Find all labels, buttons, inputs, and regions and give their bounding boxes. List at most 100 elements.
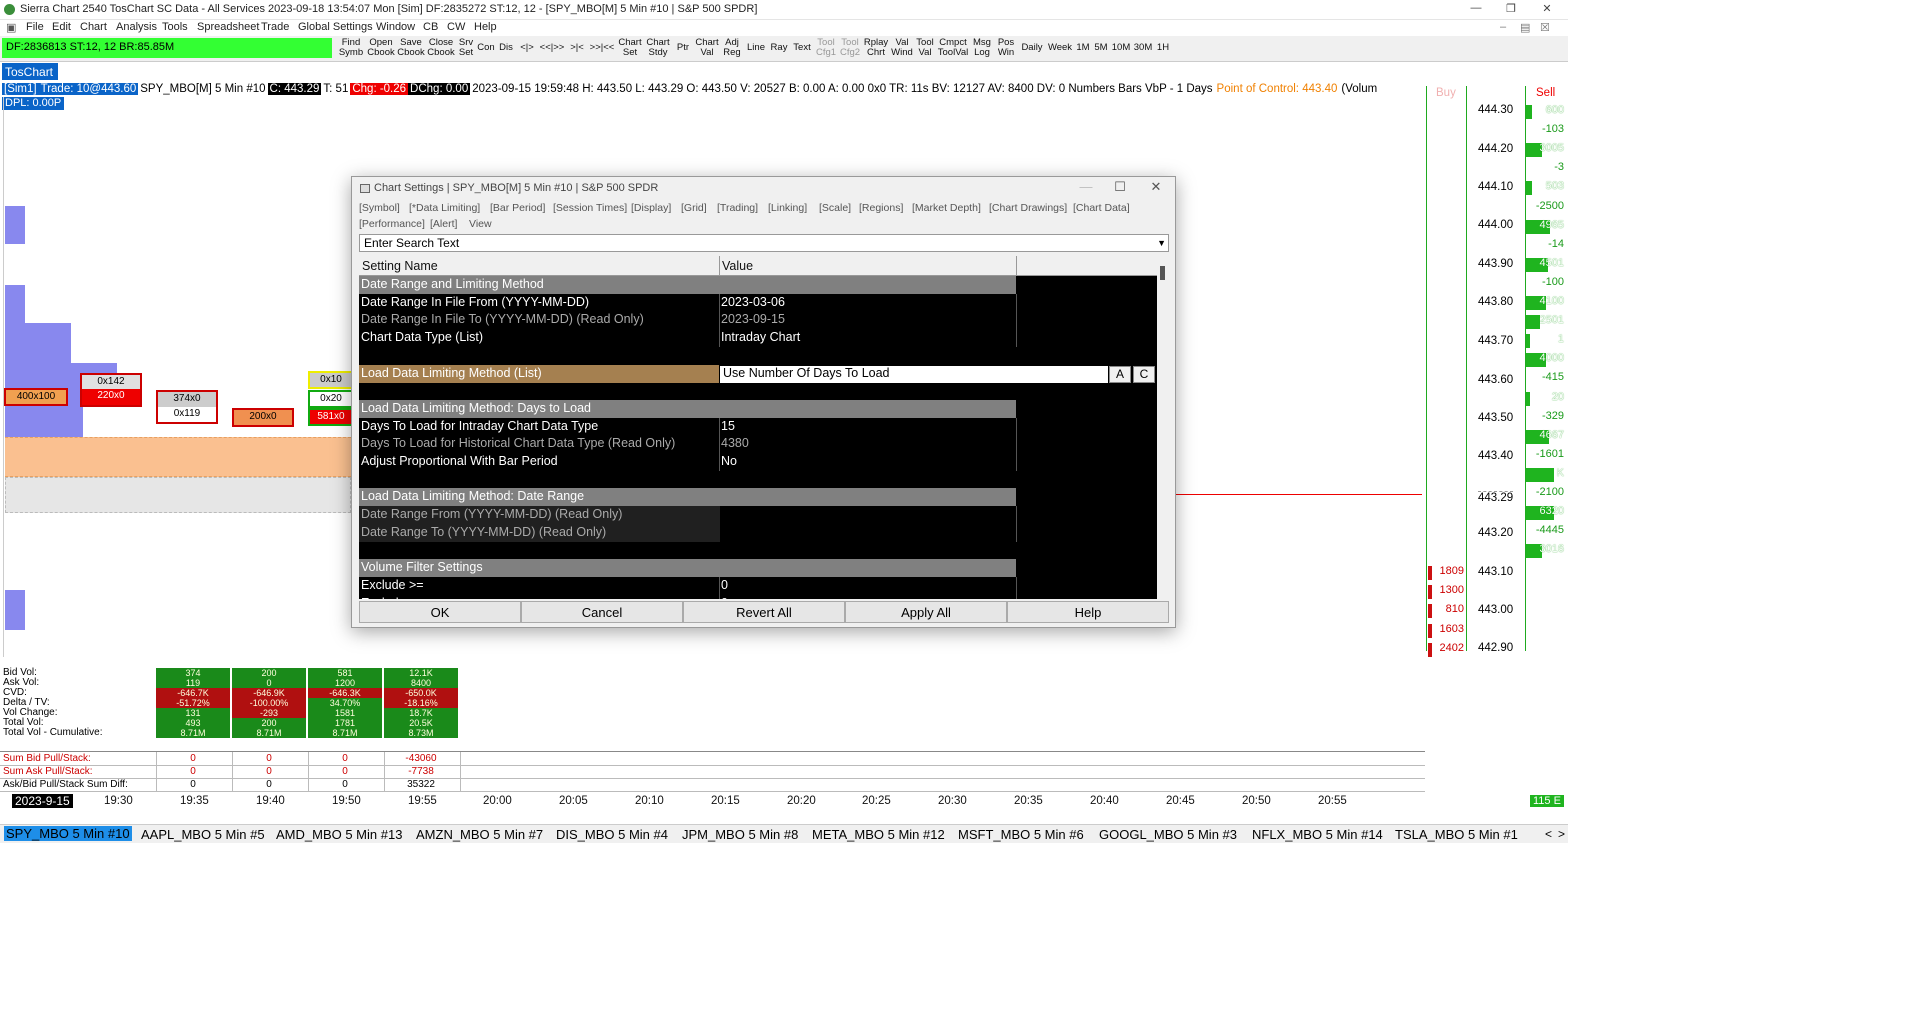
toolbar-button[interactable]: 5M <box>1093 43 1109 65</box>
toolbar-button[interactable]: >>|<< <box>589 43 615 65</box>
dialog-tab[interactable]: [Display] <box>631 202 671 214</box>
menu-spreadsheet[interactable]: Spreadsheet <box>197 21 259 33</box>
menu-chart[interactable]: Chart <box>80 21 107 33</box>
search-dropdown-icon[interactable]: ▼ <box>1157 238 1166 248</box>
chart-tab-amzn[interactable]: AMZN_MBO 5 Min #7 <box>416 827 543 842</box>
toolbar-button[interactable]: <<|>> <box>539 43 565 65</box>
apply-all-button[interactable]: Apply All <box>845 601 1007 623</box>
toolbar-button[interactable]: Tool Cfg2 <box>839 38 861 60</box>
menu-tools[interactable]: Tools <box>162 21 188 33</box>
minimize-icon[interactable]: — <box>1461 2 1491 18</box>
dialog-tab[interactable]: [Scale] <box>819 202 851 214</box>
a-button[interactable]: A <box>1109 365 1131 383</box>
chart-tab-meta[interactable]: META_MBO 5 Min #12 <box>812 827 945 842</box>
settings-row[interactable]: Days To Load for Intraday Chart Data Typ… <box>359 417 1157 436</box>
settings-row[interactable]: Days To Load for Historical Chart Data T… <box>359 435 1157 454</box>
c-button[interactable]: C <box>1133 365 1155 383</box>
toolbar-button[interactable]: 10M <box>1111 43 1131 65</box>
dialog-tab[interactable]: [Bar Period] <box>490 202 545 214</box>
toolbar-button[interactable]: Open Cbook <box>367 38 395 60</box>
menu-edit[interactable]: Edit <box>52 21 71 33</box>
toolbar-button[interactable]: Cmpct ToolVal <box>937 38 969 60</box>
child-minimize-icon[interactable]: – <box>1500 21 1506 33</box>
chart-tab-googl[interactable]: GOOGL_MBO 5 Min #3 <box>1099 827 1237 842</box>
dialog-tab[interactable]: View <box>469 218 492 230</box>
toolbar-button[interactable]: Val Wind <box>891 38 913 60</box>
toolbar-button[interactable]: Chart Val <box>695 38 719 60</box>
dialog-tab[interactable]: [Linking] <box>768 202 807 214</box>
toolbar-button[interactable]: Daily <box>1019 43 1045 65</box>
maximize-icon[interactable]: ❐ <box>1496 2 1526 18</box>
menu-analysis[interactable]: Analysis <box>116 21 157 33</box>
toolbar-button[interactable]: Con <box>477 43 495 65</box>
chart-tab-nflx[interactable]: NFLX_MBO 5 Min #14 <box>1252 827 1383 842</box>
revert-all-button[interactable]: Revert All <box>683 601 845 623</box>
toolbar-button[interactable]: Rplay Chrt <box>863 38 889 60</box>
toolbar-button[interactable]: 1H <box>1155 43 1171 65</box>
toolbar-button[interactable]: <|> <box>517 43 537 65</box>
dialog-tab[interactable]: [Chart Drawings] <box>989 202 1067 214</box>
menu-window[interactable]: Window <box>376 21 415 33</box>
grid-scrollbar[interactable] <box>1157 256 1169 599</box>
limiting-method-select[interactable]: Use Number Of Days To Load <box>720 365 1108 383</box>
dialog-tab[interactable]: [Performance] <box>359 218 425 230</box>
toolbar-button[interactable]: 30M <box>1133 43 1153 65</box>
toolbar-button[interactable]: >|< <box>567 43 587 65</box>
toolbar-button[interactable]: Text <box>791 43 813 65</box>
toolbar-button[interactable]: Line <box>745 43 767 65</box>
toolbar-button[interactable]: Week <box>1047 43 1073 65</box>
toolbar-button[interactable]: Chart Set <box>617 38 643 60</box>
toolbar-button[interactable]: Chart Stdy <box>645 38 671 60</box>
toolbar-button[interactable]: Ray <box>769 43 789 65</box>
toolbar-button[interactable]: Srv Set <box>457 38 475 60</box>
child-close-icon[interactable]: ☒ <box>1540 21 1550 34</box>
child-restore-icon[interactable]: ▤ <box>1520 21 1530 34</box>
toolbar-button[interactable]: Ptr <box>673 43 693 65</box>
settings-row[interactable]: Date Range In File To (YYYY-MM-DD) (Read… <box>359 311 1157 330</box>
dialog-tab[interactable]: [Trading] <box>717 202 758 214</box>
dialog-close-icon[interactable]: ✕ <box>1142 179 1170 197</box>
chart-tab-dis[interactable]: DIS_MBO 5 Min #4 <box>556 827 668 842</box>
app-menu-icon[interactable]: ▣ <box>6 21 16 34</box>
toolbar-button[interactable]: Msg Log <box>971 38 993 60</box>
chart-tab-jpm[interactable]: JPM_MBO 5 Min #8 <box>682 827 798 842</box>
settings-row[interactable]: Date Range To (YYYY-MM-DD) (Read Only) <box>359 523 1157 542</box>
toolbar-button[interactable]: Dis <box>497 43 515 65</box>
dialog-minimize-icon[interactable]: — <box>1072 179 1100 197</box>
search-input[interactable]: Enter Search Text ▼ <box>359 234 1169 252</box>
menu-trade[interactable]: Trade <box>261 21 289 33</box>
menu-global-settings[interactable]: Global Settings <box>298 21 373 33</box>
menu-cw[interactable]: CW <box>447 21 465 33</box>
dialog-tab[interactable]: [Grid] <box>681 202 707 214</box>
close-icon[interactable]: ✕ <box>1532 2 1562 18</box>
chart-tab-amd[interactable]: AMD_MBO 5 Min #13 <box>276 827 402 842</box>
menu-file[interactable]: File <box>26 21 44 33</box>
toolbar-button[interactable]: Save Cbook <box>397 38 425 60</box>
ok-button[interactable]: OK <box>359 601 521 623</box>
scroll-thumb[interactable] <box>1160 266 1165 280</box>
chart-tab-spy[interactable]: SPY_MBO 5 Min #10 <box>4 826 132 841</box>
settings-row[interactable]: Date Range In File From (YYYY-MM-DD) 2023… <box>359 293 1157 312</box>
help-button[interactable]: Help <box>1007 601 1169 623</box>
toolbar-button[interactable]: Pos Win <box>995 38 1017 60</box>
dialog-tab[interactable]: [Chart Data] <box>1073 202 1130 214</box>
cancel-button[interactable]: Cancel <box>521 601 683 623</box>
chart-tab-aapl[interactable]: AAPL_MBO 5 Min #5 <box>141 827 265 842</box>
dialog-tab[interactable]: [Symbol] <box>359 202 400 214</box>
settings-row-selected[interactable]: Load Data Limiting Method (List) Use Numb… <box>359 364 1157 383</box>
chart-tab-toschart[interactable]: TosChart <box>2 63 58 80</box>
dialog-tab[interactable]: [Session Times] <box>553 202 627 214</box>
dialog-tab[interactable]: [Market Depth] <box>912 202 981 214</box>
chart-tab-tsla[interactable]: TSLA_MBO 5 Min #1 <box>1395 827 1518 842</box>
menu-help[interactable]: Help <box>474 21 497 33</box>
toolbar-button[interactable]: Close Cbook <box>427 38 455 60</box>
toolbar-button[interactable]: Find Symb <box>337 38 365 60</box>
menu-cb[interactable]: CB <box>423 21 438 33</box>
dialog-tab[interactable]: [Regions] <box>859 202 903 214</box>
dialog-maximize-icon[interactable]: ☐ <box>1106 179 1134 197</box>
settings-row[interactable]: Date Range From (YYYY-MM-DD) (Read Only) <box>359 506 1157 525</box>
dialog-tab[interactable]: [*Data Limiting] <box>409 202 480 214</box>
toolbar-button[interactable]: Tool Cfg1 <box>815 38 837 60</box>
tab-scroll-right-icon[interactable]: > <box>1558 827 1565 841</box>
tab-scroll-left-icon[interactable]: < <box>1545 827 1552 841</box>
